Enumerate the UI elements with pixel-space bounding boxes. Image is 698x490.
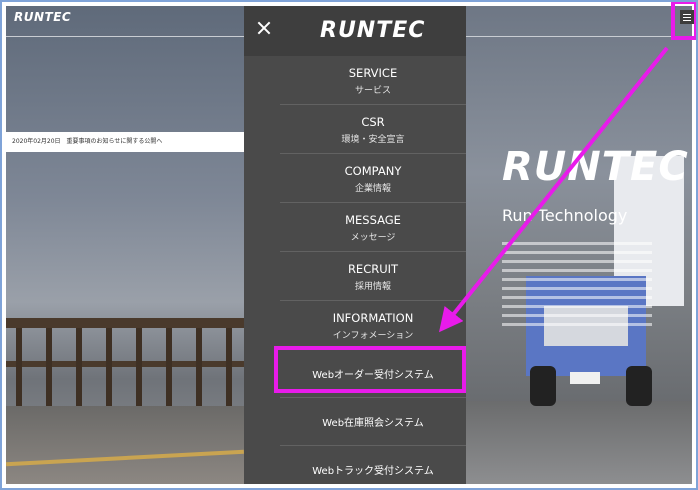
annotation-arrow — [438, 46, 669, 333]
arrow-line — [438, 46, 669, 333]
highlight-box-menu-button — [671, 0, 698, 40]
highlight-box-web-order — [274, 346, 466, 393]
